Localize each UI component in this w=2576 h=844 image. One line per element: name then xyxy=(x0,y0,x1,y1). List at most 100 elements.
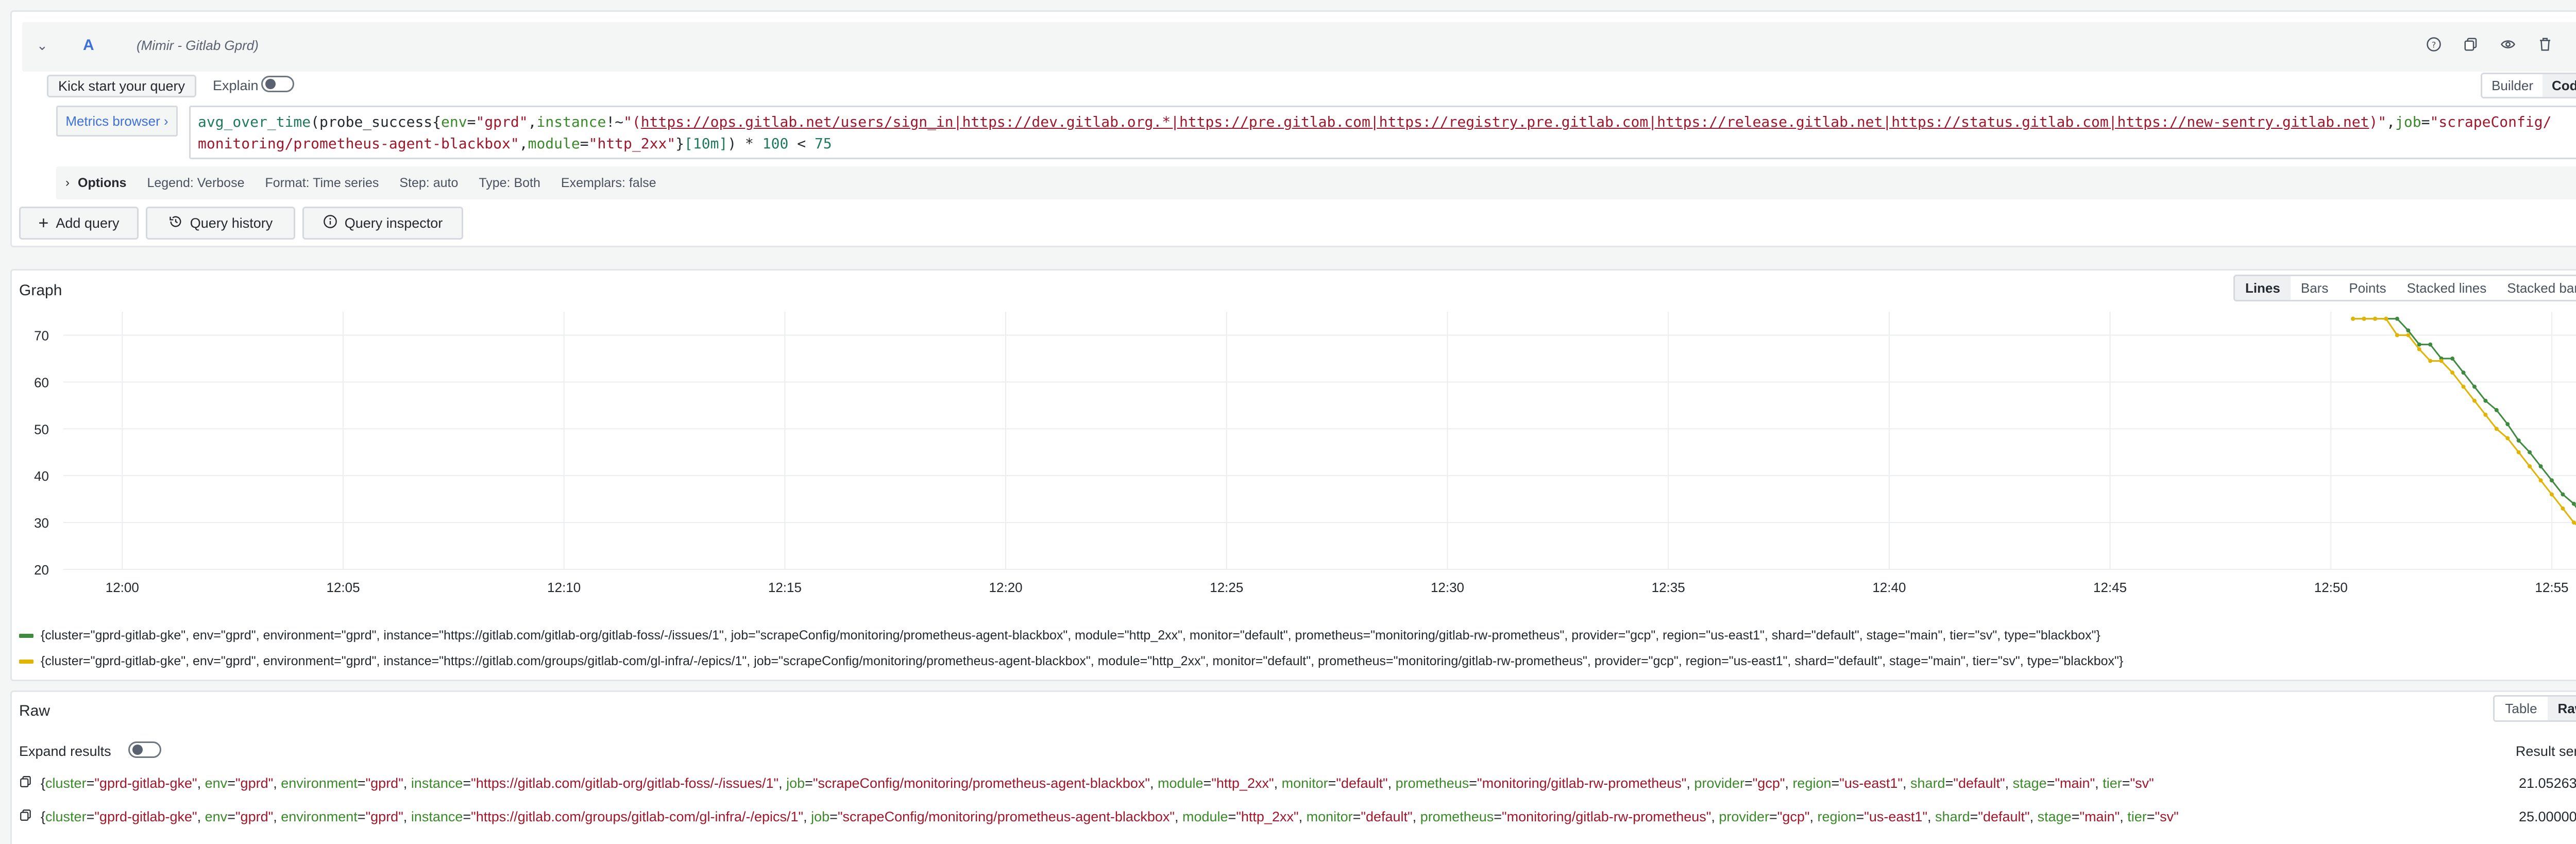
vis-bars-button[interactable]: Bars xyxy=(2291,276,2338,300)
hide-query-eye-icon[interactable] xyxy=(2499,36,2517,53)
data-point xyxy=(2373,316,2378,321)
x-tick-label: 12:25 xyxy=(1210,580,1243,595)
y-tick-label: 60 xyxy=(34,375,49,390)
raw-label-key: monitor xyxy=(1306,808,1353,824)
data-point xyxy=(2428,359,2433,363)
add-query-button[interactable]: + Add query xyxy=(19,207,139,240)
raw-result-row[interactable]: {cluster="gprd-gitlab-gke", env="gprd", … xyxy=(19,803,2576,831)
query-inspector-button[interactable]: Query inspector xyxy=(302,207,463,240)
raw-label-key: stage xyxy=(2012,775,2047,791)
data-point xyxy=(2406,328,2411,333)
drag-handle-icon[interactable] xyxy=(2573,36,2576,53)
data-point xyxy=(2549,492,2554,497)
data-point xyxy=(2461,384,2466,389)
legend-label: {cluster="gprd-gitlab-gke", env="gprd", … xyxy=(41,654,2124,668)
data-point xyxy=(2561,492,2565,497)
raw-label-value: "monitoring/gitlab-rw-prometheus" xyxy=(1477,775,1687,791)
data-point xyxy=(2505,436,2510,441)
raw-label-key: module xyxy=(1182,808,1228,824)
data-point xyxy=(2516,438,2521,443)
data-point xyxy=(2406,333,2411,337)
kick-start-query-button[interactable]: Kick start your query xyxy=(47,75,196,97)
x-tick-label: 12:45 xyxy=(2093,580,2127,595)
query-history-button[interactable]: Query history xyxy=(146,207,295,240)
query-letter[interactable]: A xyxy=(83,37,94,54)
raw-separator: , xyxy=(2005,775,2013,791)
raw-equals: = xyxy=(227,775,235,791)
help-icon[interactable]: ? xyxy=(2425,36,2443,53)
metrics-browser-button[interactable]: Metrics browser › xyxy=(56,106,178,137)
data-point xyxy=(2571,501,2576,506)
data-point xyxy=(2472,384,2477,389)
explain-toggle[interactable] xyxy=(261,76,294,92)
raw-separator: , xyxy=(1711,808,1719,824)
query-code-editor[interactable]: avg_over_time(probe_success{env="gprd",i… xyxy=(189,106,2576,159)
raw-label-key: env xyxy=(205,775,228,791)
raw-label-value: "https://gitlab.com/gitlab-org/gitlab-fo… xyxy=(471,775,779,791)
graph-panel: Graph Lines Bars Points Stacked lines St… xyxy=(10,269,2576,681)
legend-item-series-2[interactable]: {cluster="gprd-gitlab-gke", env="gprd", … xyxy=(19,654,2123,669)
raw-equals: = xyxy=(463,775,471,791)
raw-label-key: provider xyxy=(1719,808,1769,824)
x-tick-label: 12:35 xyxy=(1652,580,1685,595)
legend-swatch xyxy=(19,659,33,664)
code-mode-button[interactable]: Code xyxy=(2543,74,2576,97)
result-series-count: Result series: 2 xyxy=(2515,744,2576,759)
raw-separator: , xyxy=(803,808,811,824)
duplicate-query-icon[interactable] xyxy=(2462,36,2480,53)
data-point xyxy=(2417,347,2421,351)
raw-view-switch: Table Raw xyxy=(2493,695,2576,722)
x-tick-label: 12:15 xyxy=(768,580,802,595)
raw-separator: , xyxy=(403,775,411,791)
raw-label-value: "default" xyxy=(1336,775,1388,791)
expand-results-toggle[interactable] xyxy=(128,741,161,758)
series-line-2 xyxy=(2353,318,2576,526)
raw-equals: = xyxy=(86,775,95,791)
editor-mode-switch: Builder Code xyxy=(2481,73,2576,98)
query-datasource: (Mimir - Gitlab Gprd) xyxy=(137,38,259,53)
vis-points-button[interactable]: Points xyxy=(2338,276,2396,300)
raw-result-row[interactable]: {cluster="gprd-gitlab-gke", env="gprd", … xyxy=(19,769,2576,797)
options-chevron-icon[interactable]: › xyxy=(65,176,70,190)
vis-stacked-lines-button[interactable]: Stacked lines xyxy=(2397,276,2497,300)
raw-separator: , xyxy=(1809,808,1818,824)
options-type: Type: Both xyxy=(479,175,540,190)
raw-label-value: "default" xyxy=(1361,808,1413,824)
raw-equals: = xyxy=(1328,775,1336,791)
legend-label: {cluster="gprd-gitlab-gke", env="gprd", … xyxy=(41,628,2100,643)
x-tick-label: 12:50 xyxy=(2314,580,2348,595)
query-options-row[interactable]: › Options Legend: Verbose Format: Time s… xyxy=(56,166,2576,199)
expr-label-value: "scrapeConfig/ xyxy=(2430,113,2552,130)
raw-equals: = xyxy=(1945,775,1954,791)
raw-label-value: "sv" xyxy=(2130,775,2154,791)
delete-query-trash-icon[interactable] xyxy=(2536,36,2554,53)
svg-text:?: ? xyxy=(2432,40,2436,49)
options-title[interactable]: Options xyxy=(78,176,126,191)
raw-equals: = xyxy=(86,808,95,824)
raw-series-labels: {cluster="gprd-gitlab-gke", env="gprd", … xyxy=(41,775,2483,791)
table-view-button[interactable]: Table xyxy=(2495,697,2547,720)
builder-mode-button[interactable]: Builder xyxy=(2482,74,2543,97)
time-series-chart[interactable]: 20 30 40 50 60 70 12:00 12:05 12:10 12:15 12:20 12:… xyxy=(12,307,2576,616)
collapse-chevron-icon[interactable]: ⌄ xyxy=(37,38,48,54)
vis-lines-button[interactable]: Lines xyxy=(2234,276,2291,300)
legend-item-series-1[interactable]: {cluster="gprd-gitlab-gke", env="gprd", … xyxy=(19,628,2100,643)
raw-separator: , xyxy=(197,775,205,791)
raw-series-value: 21.0526315 xyxy=(2519,775,2576,791)
expr-metric: probe_success xyxy=(319,113,433,130)
copy-icon[interactable] xyxy=(19,808,35,825)
expr-number: 100 xyxy=(762,135,789,152)
raw-view-button[interactable]: Raw xyxy=(2547,697,2576,720)
query-inspector-label: Query inspector xyxy=(344,215,443,231)
copy-icon[interactable] xyxy=(19,775,35,792)
x-tick-label: 12:20 xyxy=(989,580,1023,595)
x-tick-label: 12:40 xyxy=(1872,580,1906,595)
data-point xyxy=(2483,413,2488,417)
data-point xyxy=(2351,316,2355,321)
data-point xyxy=(2538,464,2543,468)
vis-stacked-bars-button[interactable]: Stacked bars xyxy=(2497,276,2576,300)
raw-separator: , xyxy=(1686,775,1694,791)
x-tick-label: 12:55 xyxy=(2535,580,2568,595)
raw-label-key: region xyxy=(1817,808,1856,824)
raw-label-key: env xyxy=(205,808,228,824)
